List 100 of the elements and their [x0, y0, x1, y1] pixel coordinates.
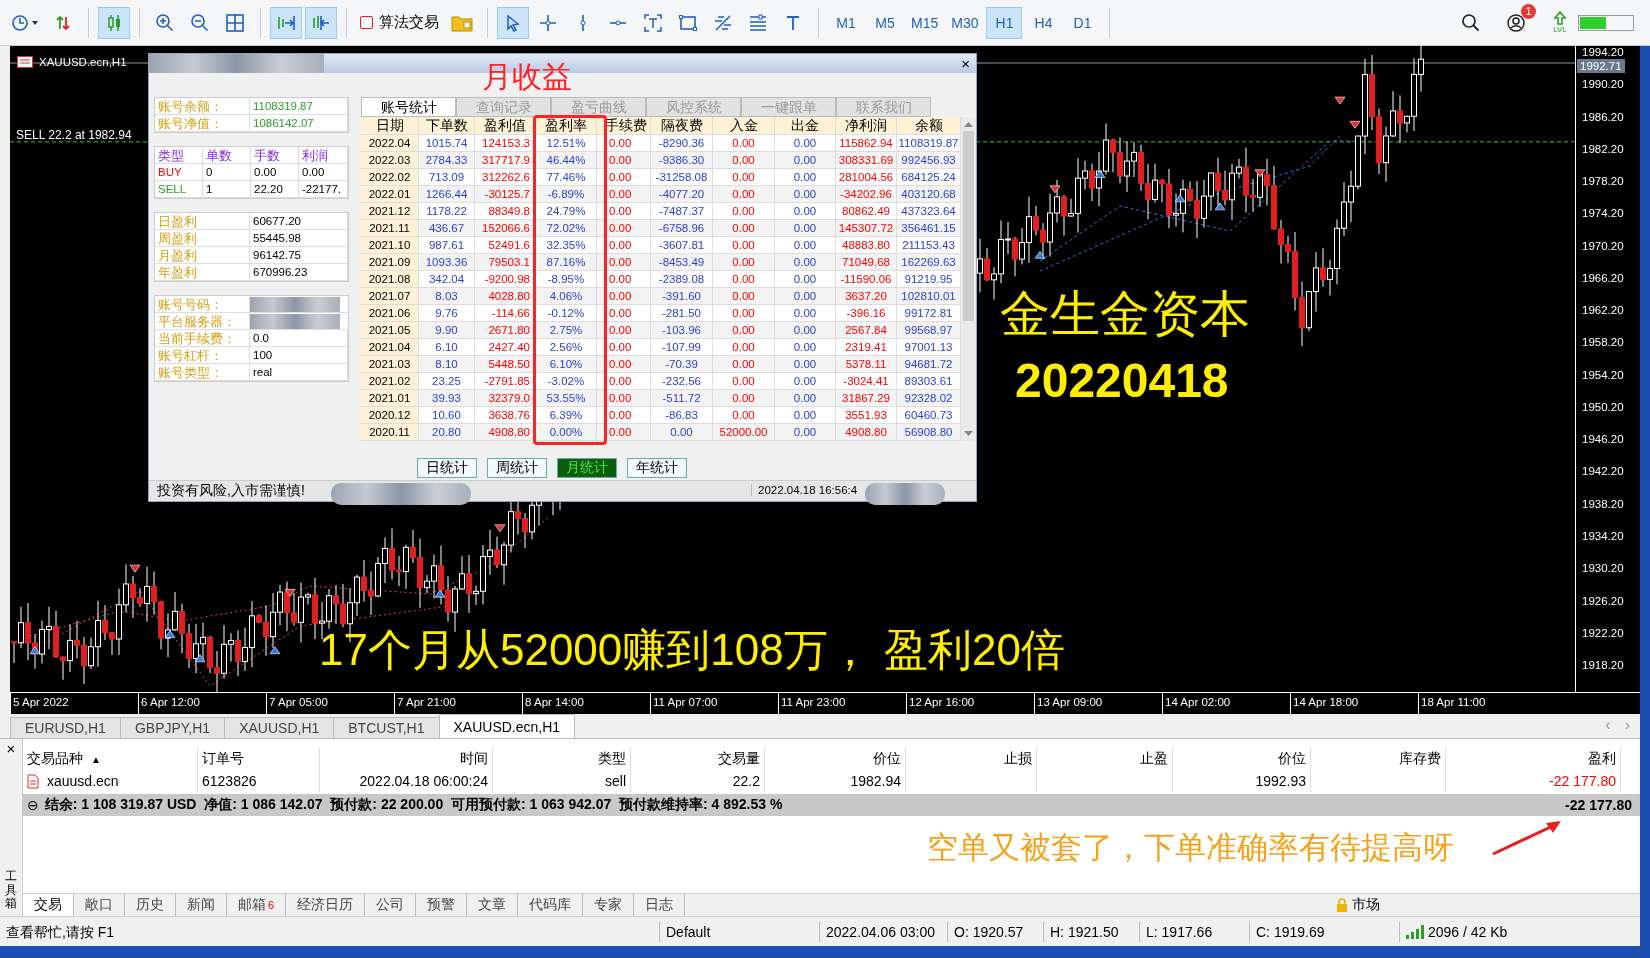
timeframe-button[interactable]: M30 — [946, 6, 984, 39]
table-cell: 2022.04.18 06:00:24 — [359, 773, 488, 789]
table-cell: 0.00 — [775, 152, 836, 169]
scroll-up-icon[interactable] — [964, 120, 973, 128]
chart-tab[interactable]: XAUUSD.ecn,H1 — [438, 714, 576, 738]
column-header[interactable]: 订单号 — [202, 750, 244, 768]
low-price: L: 1917.66 — [1140, 921, 1250, 942]
terminal-tab[interactable]: 交易 — [23, 894, 74, 916]
time-tick-label: 13 Apr 09:00 — [1037, 696, 1103, 708]
table-cell: 87.16% — [536, 254, 597, 271]
scroll-right-icon[interactable] — [270, 6, 302, 39]
column-header[interactable]: 库存费 — [1399, 750, 1441, 768]
table-cell: 2022.04 — [361, 135, 419, 152]
field-label: 当前手续费： — [155, 330, 250, 347]
table-cell: 71049.68 — [836, 254, 897, 271]
column-header[interactable]: 交易品种 — [27, 750, 83, 768]
open-price: O: 1920.57 — [948, 921, 1044, 942]
sell-arrow-icon — [1334, 96, 1346, 105]
table-cell: 2021.01 — [361, 390, 419, 407]
column-header[interactable]: 价位 — [873, 750, 901, 768]
timeframe-button[interactable]: M1 — [828, 6, 864, 39]
time-tick-label: 8 Apr 14:00 — [525, 696, 584, 708]
chart-tab[interactable]: XAUUSD,H1 — [224, 717, 335, 738]
field-value: 100 — [250, 347, 348, 364]
column-header: 日期 — [361, 117, 419, 135]
traffic-counter: 2096 / 42 Kb — [1428, 922, 1508, 942]
time-tick-label: 18 Apr 11:00 — [1421, 696, 1486, 708]
table-cell: 4908.80 — [475, 424, 536, 441]
period-button[interactable]: 年统计 — [627, 458, 687, 478]
battery-icon — [1578, 14, 1634, 31]
timeframe-button[interactable]: H4 — [1025, 6, 1062, 39]
table-cell: 2021.07 — [361, 288, 419, 305]
period-button[interactable]: 日统计 — [417, 458, 477, 478]
comment-caption: 空单又被套了，下单准确率有待提高呀 — [927, 830, 1454, 866]
price-tick-label: 1934.20 — [1582, 530, 1624, 542]
date-caption: 20220418 — [1015, 354, 1229, 408]
table-cell: -34202.96 — [836, 186, 897, 203]
table-cell: -30125.7 — [475, 186, 536, 203]
close-button[interactable]: × — [961, 56, 970, 71]
field-label: 账号净值： — [155, 115, 250, 132]
period-button[interactable]: 月统计 — [557, 458, 617, 478]
chart-window-icon — [17, 56, 33, 68]
profile-name: Default — [660, 921, 820, 942]
chart-tab[interactable]: BTCUST,H1 — [333, 717, 440, 738]
cursor-icon[interactable] — [497, 6, 529, 39]
scrollbar[interactable] — [961, 117, 976, 441]
table-cell: 1266.44 — [419, 186, 475, 203]
dialog-tab[interactable]: 账号统计 — [361, 97, 456, 117]
column-header[interactable]: 盈利 — [1588, 750, 1616, 768]
price-tick-label: 1970.20 — [1582, 239, 1624, 252]
table-cell: 4028.80 — [475, 288, 536, 305]
collapse-icon[interactable]: ⊖ — [27, 797, 39, 813]
column-header[interactable]: 时间 — [460, 750, 488, 768]
column-header[interactable]: 交易量 — [718, 750, 760, 768]
up-arrow-icon — [1553, 11, 1567, 25]
table-cell: 0.00 — [713, 390, 775, 407]
close-button[interactable]: × — [6, 741, 16, 757]
shift-left-icon[interactable] — [305, 6, 337, 39]
field-label: 周盈利 — [155, 230, 250, 247]
price-tick-label: 1942.20 — [1582, 465, 1624, 478]
current-price-label: 1992.71 — [1577, 59, 1625, 73]
table-cell: 1 — [203, 181, 251, 198]
table-cell: 2671.80 — [475, 322, 536, 339]
sort-indicator: ▲ — [91, 753, 101, 765]
table-cell: 0.00 — [713, 186, 775, 203]
price-tick-label: 1930.20 — [1582, 562, 1624, 575]
timeframe-button[interactable]: D1 — [1064, 6, 1101, 39]
table-cell: -6758.96 — [651, 220, 713, 237]
column-header[interactable]: 止盈 — [1140, 750, 1168, 768]
scroll-down-icon[interactable] — [964, 430, 973, 438]
timeframe-button[interactable]: M15 — [906, 6, 944, 39]
time-tick-label: 12 Apr 16:00 — [909, 696, 975, 708]
column-header: 单数 — [203, 147, 251, 164]
chart-tab[interactable]: EURUSD,H1 — [10, 717, 121, 738]
high-price: H: 1921.50 — [1044, 921, 1140, 942]
table-cell: 356461.15 — [897, 220, 961, 237]
column-header[interactable]: 类型 — [598, 750, 626, 768]
table-cell: -70.39 — [651, 356, 713, 373]
market-label[interactable]: 市场 — [1352, 896, 1380, 914]
field-value: 1108319.87 — [250, 98, 348, 115]
algo-trading-button[interactable]: 算法交易 — [356, 7, 443, 38]
table-cell: 94681.72 — [897, 356, 961, 373]
column-header[interactable]: 价位 — [1278, 750, 1306, 768]
period-button[interactable]: 周统计 — [487, 458, 547, 478]
table-cell: 0.00 — [775, 390, 836, 407]
column-header[interactable]: 止损 — [1004, 750, 1032, 768]
timeframe-button[interactable]: M5 — [867, 6, 903, 39]
chart-tab[interactable]: GBPJPY,H1 — [119, 717, 226, 738]
table-cell: 0.00 — [713, 220, 775, 237]
timeframe-button[interactable]: H1 — [986, 6, 1023, 39]
candlestick-icon[interactable] — [98, 6, 130, 39]
table-cell: 3637.20 — [836, 288, 897, 305]
table-cell: 99568.97 — [897, 322, 961, 339]
lvl-label: LVL — [1553, 25, 1567, 34]
table-cell: xauusd.ecn — [47, 773, 119, 789]
field-value: 60677.20 — [250, 213, 348, 230]
signal-bars-icon — [1406, 924, 1424, 939]
table-cell: 0.00 — [775, 220, 836, 237]
table-cell: 2020.12 — [361, 407, 419, 424]
toolbox-label[interactable]: 工具箱 — [5, 870, 17, 910]
